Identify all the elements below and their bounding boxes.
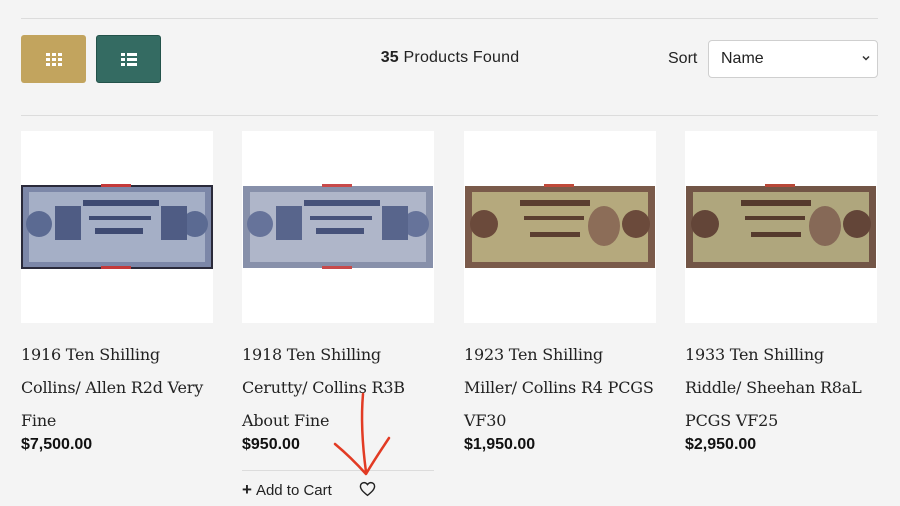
count-number: 35 [380,49,399,66]
product-title[interactable]: 1916 Ten Shilling Collins/ Allen R2d Ver… [21,338,216,437]
plus-icon: + [242,480,252,499]
product-image[interactable] [21,131,213,323]
product-image[interactable] [685,131,877,323]
grid-icon [45,52,62,66]
heart-icon[interactable] [359,481,376,497]
product-title[interactable]: 1923 Ten Shilling Miller/ Collins R4 PCG… [464,338,659,437]
chevron-down-icon [862,55,870,61]
product-image[interactable] [464,131,656,323]
banknote-image [465,184,655,268]
product-card[interactable]: 1923 Ten Shilling Miller/ Collins R4 PCG… [464,131,659,453]
product-price: $2,950.00 [685,436,757,453]
products-found-count: 35 Products Found [320,49,580,67]
sort-label: Sort [668,50,698,67]
sort-select-value: Name [721,50,764,67]
annotation-arrow-icon [333,392,391,476]
product-card[interactable]: 1933 Ten Shilling Riddle/ Sheehan R8aL P… [685,131,880,453]
sort-select[interactable]: Name [708,40,878,78]
add-to-cart-button[interactable]: + Add to Cart [242,480,332,500]
banknote-image [21,184,213,269]
product-price: $1,950.00 [464,436,536,453]
banknote-image [686,184,876,268]
grid-view-button[interactable] [21,35,86,83]
product-price: $950.00 [242,436,300,453]
list-icon [120,52,137,66]
add-to-cart-label: Add to Cart [255,481,332,499]
product-card[interactable]: 1916 Ten Shilling Collins/ Allen R2d Ver… [21,131,216,453]
list-view-button[interactable] [96,35,161,83]
product-price: $7,500.00 [21,436,93,453]
product-image[interactable] [242,131,434,323]
toolbar-divider [21,115,878,116]
count-label: Products Found [403,49,520,66]
product-title[interactable]: 1933 Ten Shilling Riddle/ Sheehan R8aL P… [685,338,880,437]
banknote-image [243,184,433,269]
top-divider [21,18,878,19]
